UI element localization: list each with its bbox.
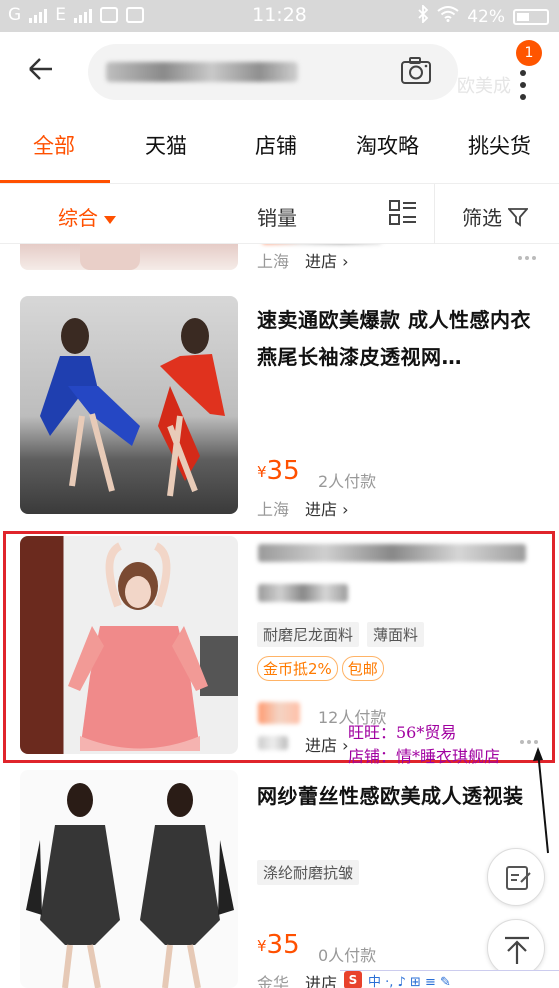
product-title[interactable]: 速卖通欧美爆款 成人性感内衣燕尾长袖漆皮透视网… [257, 302, 537, 376]
item-more-button[interactable] [518, 256, 536, 260]
price-value: 35 [266, 456, 300, 486]
filter-funnel-icon [507, 208, 530, 227]
ime-tools: 中 ·, ♪ ⊞ ≡ ✎ [368, 975, 451, 988]
product-title[interactable]: 网纱蕾丝性感欧美成人透视装 [257, 778, 532, 815]
product-item[interactable]: 网纱蕾丝性感欧美成人透视装 涤纶耐磨抗皱 ¥35 0人付款 金华 进店 › [0, 766, 559, 988]
shop-link-label: 进店 [305, 500, 338, 519]
search-query-redacted [106, 62, 298, 82]
notification-badge: 1 [516, 40, 542, 66]
back-button[interactable] [26, 54, 56, 84]
active-tab-indicator [0, 180, 110, 183]
sort-comprehensive-label: 综合 [58, 206, 98, 230]
battery-icon [513, 8, 549, 25]
bluetooth-icon [417, 3, 429, 28]
filter-label: 筛选 [462, 206, 502, 230]
tab-shops[interactable]: 店铺 [255, 130, 297, 160]
feedback-button[interactable] [487, 848, 545, 906]
shop-link-label: 进店 [305, 974, 338, 988]
annotation-shop: 店铺：情*睡衣琪舰店 [348, 747, 501, 766]
tab-tmall[interactable]: 天猫 [145, 130, 187, 160]
tab-all[interactable]: 全部 [33, 130, 75, 160]
sort-comprehensive[interactable]: 综合 [58, 202, 116, 231]
tab-premium[interactable]: 挑尖货 [468, 130, 531, 160]
search-input[interactable] [88, 44, 458, 100]
layout-toggle-icon[interactable] [389, 200, 417, 231]
annotation-arrow-icon [533, 747, 549, 854]
product-item[interactable]: 上海 进店 › [0, 244, 559, 284]
ime-toolbar: S 中 ·, ♪ ⊞ ≡ ✎ [340, 970, 559, 988]
product-item[interactable]: 速卖通欧美爆款 成人性感内衣燕尾长袖漆皮透视网… ¥35 2人付款 上海 进店 … [0, 286, 559, 526]
chevron-right-icon: › [342, 500, 349, 519]
ime-logo: S [344, 971, 362, 988]
back-arrow-icon [29, 58, 52, 80]
caret-down-icon [104, 215, 116, 224]
shop-link[interactable]: 进店 › [305, 248, 349, 272]
highlight-box [3, 531, 555, 763]
ghost-text: 欧美成 [457, 76, 511, 97]
sort-bar: 综合 销量 筛选 [0, 184, 559, 244]
product-price: ¥35 [257, 456, 300, 486]
product-thumbnail [20, 770, 238, 988]
tab-guides[interactable]: 淘攻略 [356, 130, 419, 160]
currency-symbol: ¥ [257, 463, 267, 481]
product-thumbnail [20, 296, 238, 514]
edit-note-icon [506, 866, 531, 890]
more-dot [520, 70, 526, 76]
status-bar: G E 11:28 42% [0, 0, 559, 32]
sort-sales[interactable]: 销量 [257, 202, 297, 231]
product-tags: 涤纶耐磨抗皱 [257, 860, 360, 885]
product-location: 上海 [257, 500, 290, 519]
status-right: 42% [417, 3, 549, 28]
product-tag: 涤纶耐磨抗皱 [257, 860, 360, 885]
annotation-wangwang: 旺旺：56*贸易 [348, 723, 457, 742]
price-value: 35 [266, 930, 300, 960]
search-header: 欧美成 1 [0, 32, 559, 110]
chevron-right-icon: › [342, 252, 349, 271]
product-location: 金华 [257, 974, 290, 988]
paid-count: 2人付款 [318, 472, 377, 491]
scroll-to-top-button[interactable] [487, 919, 545, 977]
filter-button[interactable]: 筛选 [462, 202, 530, 231]
category-tabs: 全部 天猫 店铺 淘攻略 挑尖货 [0, 110, 559, 184]
shop-link-label: 进店 [305, 252, 338, 271]
sortbar-divider [434, 184, 435, 244]
product-price: ¥35 [257, 930, 300, 960]
battery-percent: 42% [467, 6, 505, 27]
wifi-icon [437, 6, 459, 27]
product-thumbnail [20, 244, 238, 270]
more-dot [520, 94, 526, 100]
more-dot [520, 82, 526, 88]
paid-count: 0人付款 [318, 946, 377, 965]
currency-symbol: ¥ [257, 937, 267, 955]
product-location: 上海 [257, 252, 290, 271]
shop-link[interactable]: 进店 › [305, 496, 349, 520]
camera-icon[interactable] [400, 56, 432, 86]
